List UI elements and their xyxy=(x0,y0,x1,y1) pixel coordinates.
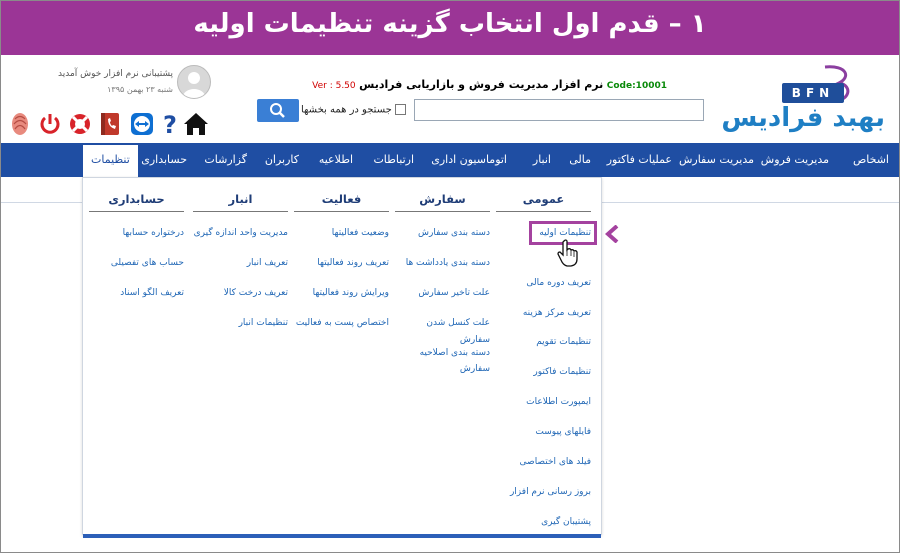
banner-title: ۱ – قدم اول انتخاب گزینه تنظیمات اولیه xyxy=(193,9,707,39)
avatar[interactable] xyxy=(177,65,211,99)
menu-item[interactable]: پشتیبان گیری xyxy=(541,517,591,527)
help-icon[interactable]: ? xyxy=(157,111,183,139)
nav-item-warehouse[interactable]: انبار xyxy=(533,143,551,177)
search-all-checkbox[interactable] xyxy=(394,104,406,115)
menu-item[interactable]: ایمپورت اطلاعات xyxy=(526,397,591,407)
fingerprint-icon[interactable] xyxy=(7,111,33,137)
nav-item-accounting[interactable]: حسابداری xyxy=(141,143,187,177)
menu-item[interactable]: سفارش xyxy=(460,335,490,345)
user-silhouette-icon xyxy=(182,72,206,98)
menu-item[interactable]: تعریف روند فعالیتها xyxy=(317,258,389,268)
app-name: نرم افزار مدیریت فروش و بازاریابی فرادیس xyxy=(359,78,604,91)
menu-item[interactable]: تعریف انبار xyxy=(247,258,288,268)
menu-column-warehouse: انبار مدیریت واحد اندازه گیری تعریف انبا… xyxy=(193,192,288,328)
svg-text:?: ? xyxy=(163,111,177,137)
nav-item-automation[interactable]: اتوماسیون اداری xyxy=(431,143,507,177)
search-icon xyxy=(270,103,285,118)
menu-item[interactable]: علت کنسل شدن xyxy=(426,318,490,328)
nav-item-invoices[interactable]: عملیات فاکتور xyxy=(607,143,672,177)
menu-column-accounting: حسابداری درختواره حسابها حساب های تفصیلی… xyxy=(89,192,184,298)
menu-item[interactable]: حساب های تفصیلی xyxy=(111,258,184,268)
menu-column-title: سفارش xyxy=(395,192,490,212)
menu-item[interactable]: سفارش xyxy=(460,364,490,374)
search-button[interactable] xyxy=(257,99,299,122)
menu-item[interactable]: تعریف مرکز هزینه xyxy=(523,308,591,318)
menu-column-orders: سفارش دسته بندی سفارش دسته بندی یادداشت … xyxy=(395,192,490,374)
app-version: Ver : 5.50 xyxy=(312,81,356,91)
menu-item[interactable]: فیلد های اختصاصی xyxy=(520,457,591,467)
search-input[interactable] xyxy=(414,99,704,121)
user-panel: پشتیبانی نرم افزار خوش آمدید شنبه ۲۳ بهم… xyxy=(41,65,211,105)
home-icon[interactable] xyxy=(183,111,209,137)
menu-item[interactable]: تعریف درخت کالا xyxy=(224,288,288,298)
menu-item[interactable]: فایلهای پیوست xyxy=(535,427,591,437)
menu-item[interactable]: علت تاخیر سفارش xyxy=(418,288,490,298)
dropdown-bottom-bar xyxy=(83,534,601,538)
menu-item[interactable]: ویرایش روند فعالیتها xyxy=(313,288,389,298)
search-all-label: جستجو در همه بخشها xyxy=(301,104,392,116)
app-title: Code:10001 نرم افزار مدیریت فروش و بازار… xyxy=(312,78,667,91)
menu-item[interactable]: اختصاص پست به فعالیت xyxy=(296,318,389,328)
nav-item-announcements[interactable]: اطلاعیه xyxy=(319,143,353,177)
teamviewer-icon[interactable] xyxy=(129,111,155,137)
menu-column-title: فعالیت xyxy=(294,192,389,212)
menu-item[interactable]: وضعیت فعالیتها xyxy=(332,228,389,238)
menu-column-title: حسابداری xyxy=(89,192,184,212)
tutorial-banner: ۱ – قدم اول انتخاب گزینه تنظیمات اولیه xyxy=(1,1,899,55)
menu-item[interactable]: مدیریت واحد اندازه گیری xyxy=(194,228,288,238)
user-date: شنبه ۲۳ بهمن ۱۳۹۵ xyxy=(107,85,173,94)
nav-item-persons[interactable]: اشخاص xyxy=(853,143,889,177)
lifebuoy-icon[interactable] xyxy=(67,111,93,137)
nav-item-settings[interactable]: تنظیمات xyxy=(83,143,138,177)
nav-item-reports[interactable]: گزارشات xyxy=(204,143,247,177)
menu-column-title: عمومی xyxy=(496,192,591,212)
phonebook-icon[interactable] xyxy=(97,111,123,137)
menu-item[interactable]: تنظیمات فاکتور xyxy=(533,367,591,377)
toolbar: ? xyxy=(7,111,212,139)
company-logo[interactable]: BFN بهبد فرادیس xyxy=(721,65,889,135)
nav-item-finance[interactable]: مالی xyxy=(569,143,591,177)
menu-item[interactable]: تنظیمات تقویم xyxy=(536,337,591,347)
power-icon[interactable] xyxy=(37,111,63,137)
hand-cursor-icon xyxy=(557,239,578,267)
main-navbar: اشخاص مدیریت فروش مدیریت سفارش عملیات فا… xyxy=(1,143,899,177)
logo-badge: BFN xyxy=(782,83,844,103)
menu-item[interactable]: بروز رسانی نرم افزار xyxy=(510,487,591,497)
nav-item-orders[interactable]: مدیریت سفارش xyxy=(679,143,754,177)
menu-item[interactable]: تعریف الگو اسناد xyxy=(120,288,184,298)
menu-item[interactable]: تنظیمات انبار xyxy=(239,318,288,328)
menu-item[interactable]: دسته بندی یادداشت ها xyxy=(406,258,490,268)
menu-column-general: عمومی تنظیمات اولیه تعریف دوره مالی تعری… xyxy=(496,192,591,527)
nav-item-communications[interactable]: ارتباطات xyxy=(373,143,414,177)
settings-dropdown-menu: عمومی تنظیمات اولیه تعریف دوره مالی تعری… xyxy=(82,177,602,538)
menu-item[interactable]: تعریف دوره مالی xyxy=(526,278,591,288)
user-greeting: پشتیبانی نرم افزار خوش آمدید xyxy=(57,69,173,79)
nav-item-sales[interactable]: مدیریت فروش xyxy=(761,143,829,177)
app-code: Code:10001 xyxy=(606,81,667,91)
nav-item-users[interactable]: کاربران xyxy=(265,143,299,177)
menu-item[interactable]: دسته بندی سفارش xyxy=(418,228,490,238)
menu-item[interactable]: دسته بندی اصلاحیه xyxy=(420,348,490,358)
logo-brand-text: بهبد فرادیس xyxy=(721,103,885,133)
menu-item[interactable]: درختواره حسابها xyxy=(123,228,184,238)
search-all-option[interactable]: جستجو در همه بخشها xyxy=(301,104,406,116)
menu-column-title: انبار xyxy=(193,192,288,212)
menu-column-activity: فعالیت وضعیت فعالیتها تعریف روند فعالیته… xyxy=(294,192,389,328)
pointer-arrow-icon xyxy=(605,225,619,243)
screenshot-frame: ۱ – قدم اول انتخاب گزینه تنظیمات اولیه B… xyxy=(0,0,900,553)
